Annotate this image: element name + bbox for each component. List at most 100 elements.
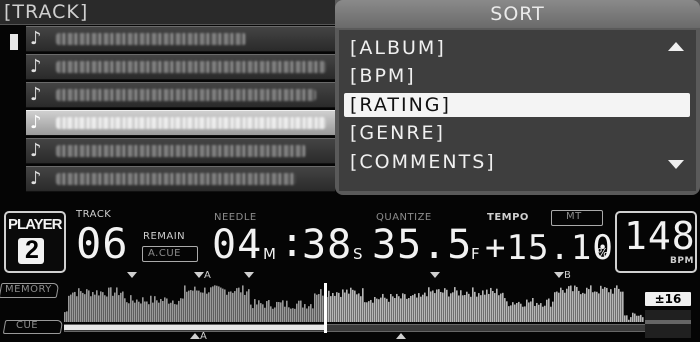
waveform-bar xyxy=(602,288,604,322)
waveform-bar xyxy=(384,297,386,322)
track-row[interactable]: ♪ xyxy=(26,26,335,52)
waveform-bar xyxy=(624,315,626,322)
waveform-bar xyxy=(470,296,472,322)
waveform-bar xyxy=(170,302,172,322)
sort-option-genre[interactable]: [GENRE] xyxy=(344,121,445,145)
waveform-bar xyxy=(114,292,116,322)
waveform-bar xyxy=(622,291,624,322)
waveform-bar xyxy=(90,296,92,322)
sort-option-comments[interactable]: [COMMENTS] xyxy=(344,150,496,174)
waveform-bar xyxy=(422,294,424,322)
waveform-bar xyxy=(172,300,174,322)
waveform-bar xyxy=(102,292,104,322)
waveform-bar xyxy=(466,291,468,322)
waveform-bar xyxy=(482,290,484,322)
waveform-bar xyxy=(76,296,78,322)
waveform-bar xyxy=(68,295,70,322)
waveform-bar xyxy=(456,290,458,322)
memory-label: MEMORY xyxy=(5,284,52,295)
waveform-bar xyxy=(358,293,360,322)
waveform-bar xyxy=(160,298,162,322)
track-row-selected[interactable]: ♪ xyxy=(26,110,335,136)
waveform-bar xyxy=(148,304,150,322)
track-row[interactable]: ♪ xyxy=(26,82,335,108)
waveform-bar xyxy=(244,294,246,322)
memory-cue-marker xyxy=(127,272,137,278)
waveform-bar xyxy=(230,291,232,322)
waveform-bar xyxy=(282,300,284,322)
sort-option-bpm[interactable]: [BPM] xyxy=(344,64,416,88)
waveform-bar xyxy=(364,302,366,322)
waveform-bar xyxy=(154,296,156,322)
waveform-bar xyxy=(96,290,98,322)
waveform-bar xyxy=(164,297,166,322)
track-row[interactable]: ♪ xyxy=(26,166,335,192)
waveform-bar xyxy=(420,296,422,322)
waveform-bar xyxy=(586,287,588,322)
waveform-bar xyxy=(252,308,254,322)
scroll-down-arrow-icon[interactable] xyxy=(668,160,684,169)
waveform-bar xyxy=(550,306,552,322)
waveform-bar xyxy=(402,293,404,322)
waveform-bar xyxy=(348,293,350,322)
waveform-bar xyxy=(428,287,430,322)
waveform-bar xyxy=(436,289,438,322)
waveform-bar xyxy=(136,299,138,322)
waveform-bar xyxy=(128,303,130,322)
waveform-bar xyxy=(100,291,102,322)
waveform-bar xyxy=(346,289,348,322)
waveform-bar xyxy=(634,313,636,322)
waveform-bar xyxy=(332,292,334,322)
waveform-bar xyxy=(544,305,546,322)
waveform-bar xyxy=(406,298,408,322)
waveform-bar xyxy=(378,299,380,322)
waveform-bar xyxy=(500,293,502,322)
waveform-bar xyxy=(398,296,400,322)
waveform-bar xyxy=(386,298,388,322)
waveform-bar xyxy=(492,291,494,322)
waveform-bar xyxy=(372,302,374,322)
waveform-bar xyxy=(336,292,338,322)
waveform-bar xyxy=(596,291,598,322)
waveform-bar xyxy=(212,286,214,322)
waveform-bar xyxy=(142,297,144,322)
playhead[interactable] xyxy=(324,283,327,333)
list-scroll-marker xyxy=(10,34,18,50)
track-name-blurred xyxy=(56,117,326,129)
scroll-up-arrow-icon[interactable] xyxy=(668,42,684,51)
waveform-bar xyxy=(104,295,106,322)
waveform-bar xyxy=(78,288,80,322)
track-row[interactable]: ♪ xyxy=(26,138,335,164)
waveform-bar xyxy=(496,288,498,322)
sort-option-rating[interactable]: [RATING] xyxy=(344,93,690,117)
waveform-bar xyxy=(232,292,234,322)
waveform-bar xyxy=(484,294,486,322)
music-note-icon: ♪ xyxy=(30,140,42,161)
frames-unit: F xyxy=(471,245,480,263)
waveform-bar xyxy=(478,293,480,322)
sort-option-album[interactable]: [ALBUM] xyxy=(344,36,446,60)
waveform-bar xyxy=(374,296,376,322)
cue-point-a-label: A xyxy=(200,331,208,342)
waveform-bar xyxy=(196,290,198,322)
waveform-bar xyxy=(70,294,72,322)
waveform-bar xyxy=(540,303,542,322)
waveform-bar xyxy=(352,289,354,322)
tempo-range-indicator: ±16 xyxy=(645,292,691,306)
waveform-bar xyxy=(414,293,416,322)
waveform-display[interactable] xyxy=(64,280,644,322)
waveform-bar xyxy=(220,287,222,322)
waveform-bar xyxy=(458,295,460,322)
waveform-bar xyxy=(518,301,520,322)
waveform-bar xyxy=(546,299,548,322)
waveform-bar xyxy=(584,293,586,322)
waveform-bar xyxy=(566,288,568,322)
waveform-bar xyxy=(246,291,248,322)
waveform-bar xyxy=(218,286,220,322)
waveform-bar xyxy=(490,287,492,322)
waveform-bar xyxy=(508,306,510,322)
waveform-bar xyxy=(178,300,180,322)
waveform-bar xyxy=(468,293,470,322)
track-row[interactable]: ♪ xyxy=(26,54,335,80)
waveform-bar xyxy=(360,296,362,322)
